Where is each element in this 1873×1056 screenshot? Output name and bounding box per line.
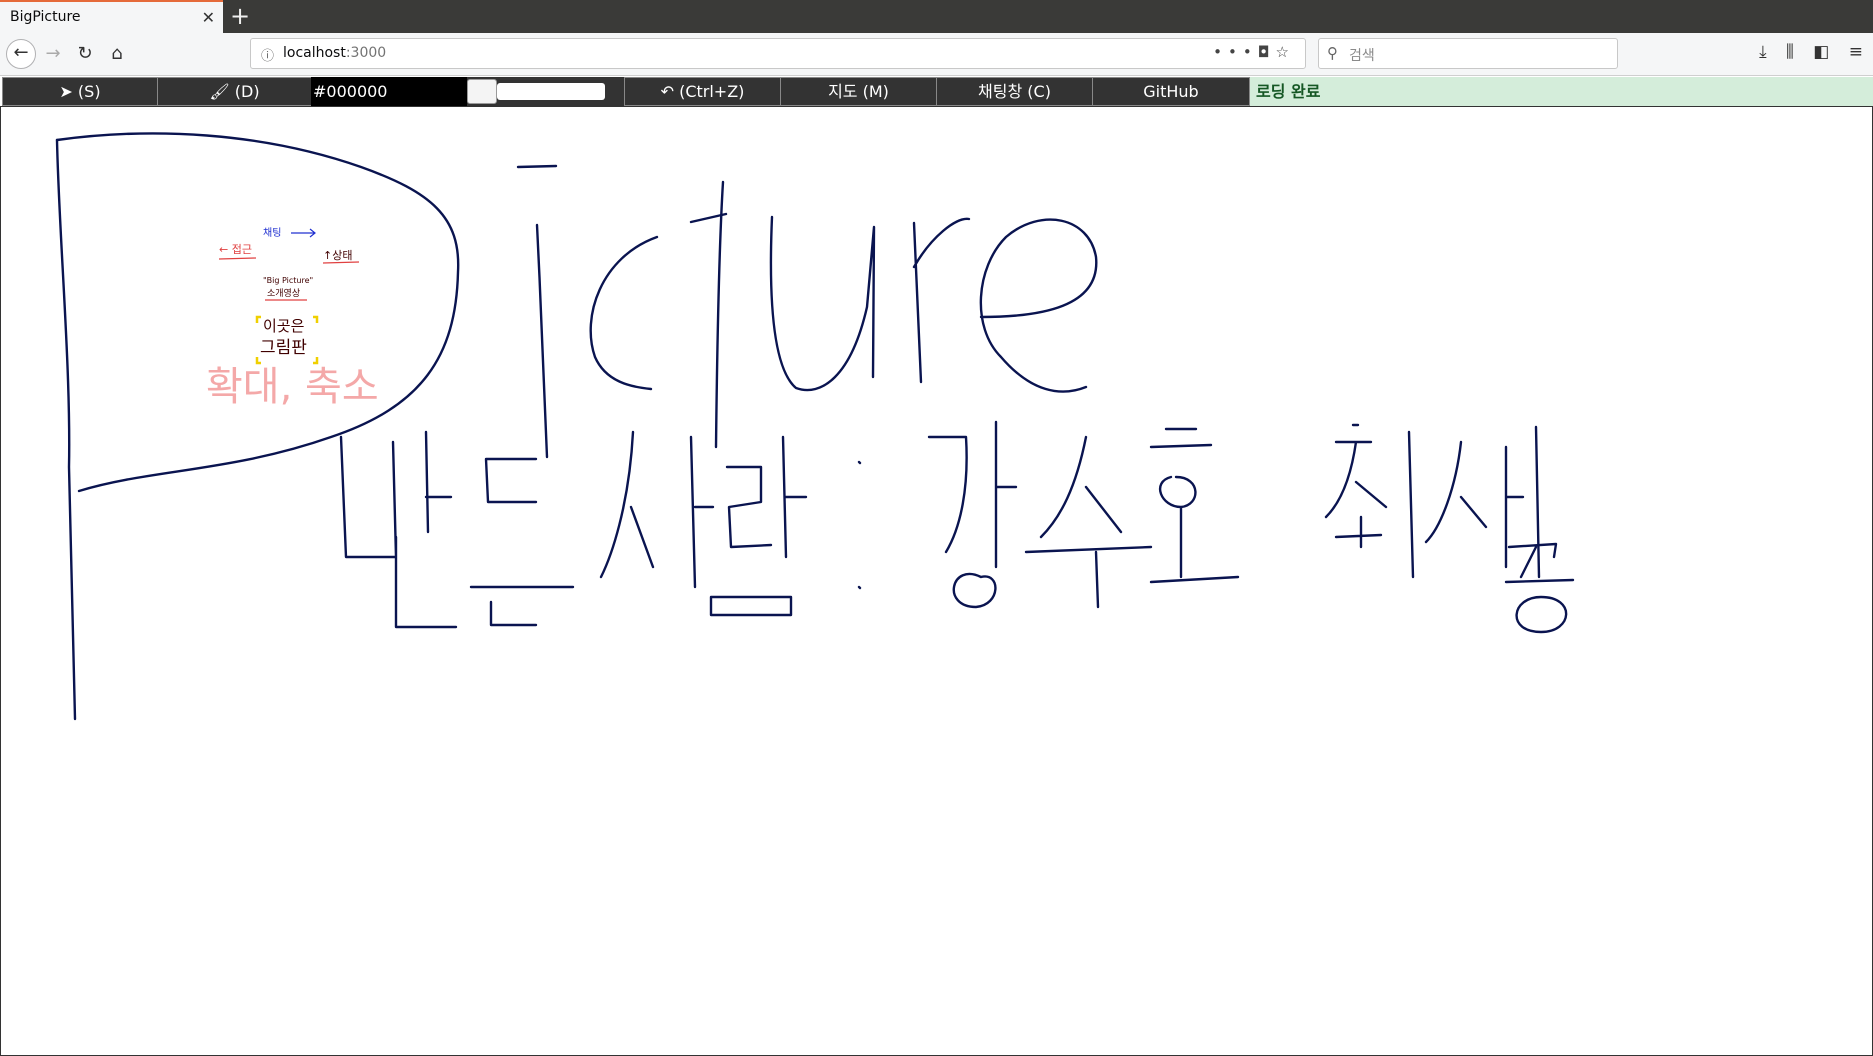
brush-size-slider[interactable]	[467, 77, 624, 106]
annotation-left: ← 접근	[219, 243, 252, 256]
more-icon[interactable]: •••	[1213, 43, 1258, 61]
search-icon: ⚲	[1327, 44, 1338, 62]
arrow-right-icon	[291, 228, 316, 238]
stroke-colon	[857, 460, 862, 590]
stroke-i	[535, 223, 549, 459]
chat-button[interactable]: 채팅창 (C)	[936, 77, 1093, 106]
stroke-u	[769, 215, 876, 392]
forward-arrow-icon[interactable]: →	[40, 41, 66, 67]
annotation-zoom: 확대, 축소	[206, 364, 379, 410]
page-actions: •••◘☆	[1213, 43, 1295, 61]
stroke-gang	[927, 420, 1018, 609]
annotation-board-2: 그림판	[260, 338, 307, 358]
stroke-t-stem	[714, 180, 725, 449]
app-toolbar: ➤ (S) 🖌 (D) #000000 ↶ (Ctrl+Z) 지도 (M) 채팅…	[0, 77, 1873, 106]
sidebar-icon[interactable]: ◧	[1813, 42, 1829, 62]
menu-icon[interactable]: ≡	[1849, 42, 1863, 62]
paintbrush-icon: 🖌	[209, 82, 230, 101]
search-field[interactable]: ⚲ 검색	[1318, 38, 1618, 69]
bookmark-star-icon[interactable]: ☆	[1276, 43, 1295, 61]
draw-tool-label: (D)	[234, 82, 260, 101]
cursor-icon: ➤	[59, 82, 73, 101]
stroke-man	[339, 430, 458, 629]
browser-tab-strip: BigPicture ✕ +	[0, 0, 1873, 33]
stroke-su	[1024, 435, 1153, 609]
annotation-chat: 채팅	[263, 227, 281, 239]
undo-button[interactable]: ↶ (Ctrl+Z)	[624, 77, 781, 106]
stroke-e	[979, 218, 1098, 393]
slider-track	[497, 83, 605, 100]
stroke-p-bowl	[55, 132, 460, 493]
canvas-annotations: 채팅 ← 접근 ↑상태 "Big Picture" 소개영상 이곳은 그림판 확…	[206, 227, 379, 410]
undo-icon: ↶	[660, 82, 674, 101]
annotation-right: ↑상태	[323, 249, 352, 262]
select-tool-button[interactable]: ➤ (S)	[2, 77, 158, 106]
drawing-canvas[interactable]: 채팅 ← 접근 ↑상태 "Big Picture" 소개영상 이곳은 그림판 확…	[0, 106, 1873, 1056]
stroke-ho	[1149, 427, 1240, 584]
color-input[interactable]: #000000	[311, 77, 467, 106]
stroke-sa	[599, 430, 715, 589]
annotation-intro-2: 소개영상	[267, 288, 300, 299]
url-bar[interactable]: ⓘ localhost:3000 •••◘☆	[250, 38, 1306, 69]
back-arrow-icon[interactable]: ←	[6, 39, 36, 69]
url-text: localhost:3000	[283, 45, 386, 61]
annotation-intro-1: "Big Picture"	[263, 276, 313, 285]
handwritten-picture	[55, 132, 1575, 721]
browser-right-icons: ⤓ ⫼ ◧ ≡	[1745, 42, 1863, 62]
close-tab-icon[interactable]: ✕	[202, 8, 215, 27]
stroke-r	[912, 217, 971, 384]
annotation-board-1: 이곳은	[263, 317, 304, 335]
canvas-drawing: 채팅 ← 접근 ↑상태 "Big Picture" 소개영상 이곳은 그림판 확…	[55, 132, 1575, 721]
browser-navbar: ← → ↻ ⌂ ⓘ localhost:3000 •••◘☆ ⚲ 검색 ⤓ ⫼ …	[0, 33, 1873, 76]
stroke-ram	[709, 435, 808, 617]
url-host: localhost	[283, 45, 346, 61]
browser-tab[interactable]: BigPicture ✕	[0, 0, 223, 33]
library-icon[interactable]: ⫼	[1786, 42, 1794, 62]
reload-icon[interactable]: ↻	[72, 41, 98, 67]
undo-label: (Ctrl+Z)	[679, 82, 745, 101]
search-placeholder: 검색	[1349, 48, 1375, 64]
downloads-icon[interactable]: ⤓	[1759, 42, 1767, 62]
stroke-p-stem	[55, 138, 77, 721]
github-button[interactable]: GitHub	[1092, 77, 1250, 106]
annotation-left-underline	[218, 257, 257, 260]
new-tab-icon[interactable]: +	[230, 2, 250, 30]
stroke-c	[589, 235, 659, 391]
status-indicator: 로딩 완료	[1250, 77, 1873, 106]
annotation-right-underline	[322, 261, 360, 264]
info-icon[interactable]: ⓘ	[261, 45, 274, 64]
pocket-icon[interactable]: ◘	[1258, 43, 1276, 61]
stroke-i-dot	[516, 164, 558, 169]
select-tool-label: (S)	[77, 82, 101, 101]
draw-tool-button[interactable]: 🖌 (D)	[157, 77, 312, 106]
home-icon[interactable]: ⌂	[104, 41, 130, 67]
tab-title: BigPicture	[10, 9, 81, 25]
stroke-se	[1424, 425, 1541, 579]
slider-thumb[interactable]	[467, 79, 497, 104]
stroke-choe	[1324, 423, 1415, 579]
map-button[interactable]: 지도 (M)	[780, 77, 937, 106]
stroke-deun	[469, 457, 575, 627]
url-port: :3000	[345, 45, 387, 61]
